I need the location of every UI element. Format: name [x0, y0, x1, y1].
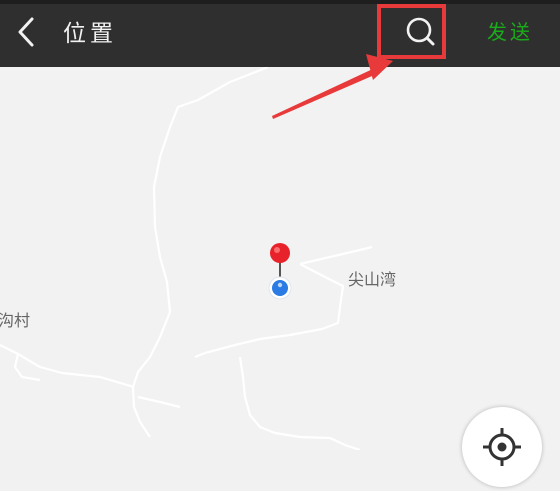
top-bar: 位置 发送	[0, 0, 560, 67]
current-location-dot-icon	[272, 280, 288, 296]
page-title: 位置	[63, 21, 117, 47]
map-label-gou-cun: 沟村	[0, 311, 31, 330]
search-highlight-box	[377, 4, 446, 59]
locate-me-button[interactable]	[462, 407, 542, 487]
status-bar-edge	[0, 0, 560, 4]
map-view[interactable]: 尖山湾 沟村	[0, 67, 560, 487]
back-button[interactable]	[10, 12, 46, 52]
locate-crosshair-icon	[483, 428, 521, 466]
map-label-jianshanwan: 尖山湾	[348, 270, 397, 289]
send-button[interactable]: 发送	[487, 16, 533, 45]
chevron-left-icon	[18, 17, 34, 47]
location-pin-icon	[268, 243, 292, 300]
